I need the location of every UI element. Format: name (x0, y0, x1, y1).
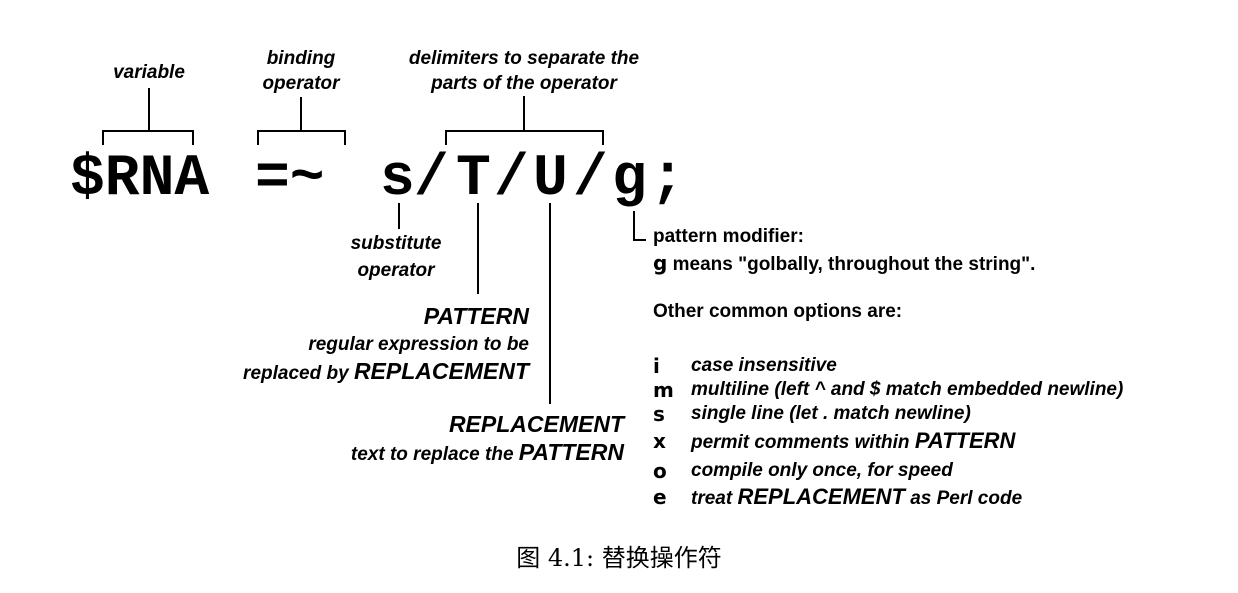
pattern-description-text: replaced by (243, 363, 354, 384)
binding-bracket (257, 130, 346, 145)
delimiters-bracket (445, 130, 604, 145)
pattern-description-line2: replaced by REPLACEMENT (189, 358, 529, 387)
option-desc-text: permit comments within (691, 432, 915, 453)
modifier-note-text: means "golbally, throughout the string". (667, 254, 1036, 275)
substitute-operator-label-line1: substitute (350, 233, 442, 254)
figure-caption: 图 4.1: 替换操作符 (516, 544, 722, 572)
option-desc: single line (let . match newline) (691, 401, 971, 427)
option-desc: treat REPLACEMENT as Perl code (691, 484, 1022, 512)
option-desc: compile only once, for speed (691, 458, 953, 484)
slash-3-token: / (573, 147, 608, 212)
option-desc-after: as Perl code (904, 488, 1023, 509)
replacement-description-text: text to replace the (350, 444, 519, 465)
variable-label: variable (113, 62, 185, 83)
pattern-description-line1: regular expression to be (308, 334, 529, 355)
option-key: e (653, 485, 667, 509)
option-key: i (653, 354, 660, 378)
option-desc: permit comments within PATTERN (691, 428, 1015, 456)
substitute-operator-label-line2: operator (357, 260, 435, 281)
option-desc-emph: REPLACEMENT (737, 484, 905, 509)
option-key: x (653, 429, 666, 453)
modifier-note-line1: pattern modifier: (653, 226, 804, 247)
pattern-description-emph: REPLACEMENT (353, 358, 529, 384)
option-key: m (653, 378, 674, 402)
replacement-description: text to replace the PATTERN (264, 439, 624, 468)
replacement-token: U (533, 147, 568, 212)
modifier-token: g (612, 147, 647, 212)
binding-op-token: =~ (255, 147, 325, 212)
substitution-operator-diagram: variable binding operator delimiters to … (0, 0, 1238, 593)
slash-2-token: / (494, 147, 529, 212)
option-desc-text: treat (691, 488, 738, 509)
option-desc-text: single line (let . match newline) (691, 403, 971, 424)
modifier-note-key: g (653, 251, 668, 275)
semicolon-token: ; (650, 147, 685, 212)
s-token: s (380, 147, 415, 212)
delimiters-label-line2: parts of the operator (431, 73, 617, 94)
delimiters-label-line1: delimiters to separate the (408, 48, 640, 69)
option-key: o (653, 459, 667, 483)
option-desc-text: compile only once, for speed (691, 460, 953, 481)
binding-operator-label-line2: operator (262, 73, 340, 94)
options-heading: Other common options are: (653, 301, 903, 322)
binding-operator-label-line1: binding (266, 48, 336, 69)
variable-bracket (102, 130, 194, 145)
option-desc: case insensitive (691, 353, 837, 379)
option-desc-text: case insensitive (691, 355, 837, 376)
modifier-note-line2: g means "golbally, throughout the string… (653, 250, 1035, 278)
var-token: $RNA (70, 147, 210, 212)
pattern-token: T (456, 147, 491, 212)
replacement-title: REPLACEMENT (448, 411, 624, 437)
replacement-description-emph: PATTERN (518, 439, 624, 465)
option-desc-text: multiline (left ^ and $ match embedded n… (691, 379, 1124, 400)
option-key: s (653, 402, 665, 426)
modifier-connector (633, 211, 646, 241)
pattern-title: PATTERN (423, 303, 529, 329)
option-desc-emph: PATTERN (914, 428, 1016, 453)
slash-1-token: / (414, 147, 449, 212)
option-desc: multiline (left ^ and $ match embedded n… (691, 377, 1123, 403)
